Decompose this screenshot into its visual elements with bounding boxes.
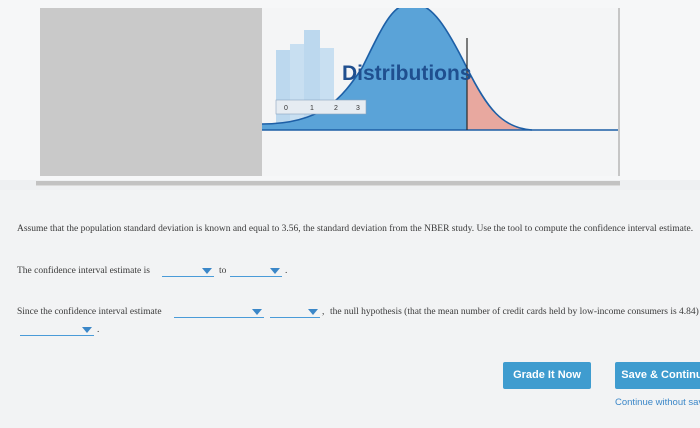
- ci-lower-dropdown[interactable]: [162, 266, 214, 277]
- image-placeholder: [40, 8, 262, 176]
- ci-label: The confidence interval estimate is: [17, 266, 150, 276]
- tick-2: 2: [334, 105, 338, 112]
- tool-title: Distributions: [342, 62, 472, 85]
- chevron-down-icon: [82, 327, 92, 333]
- chevron-down-icon: [252, 309, 262, 315]
- tick-0: 0: [284, 105, 288, 112]
- continue-without-saving-link[interactable]: Continue without saving: [615, 397, 700, 408]
- axis-box: [275, 99, 367, 115]
- top-panel: 0 1 2 3 Distributions: [0, 0, 700, 180]
- ci-to-label: to: [219, 266, 227, 276]
- since-comma: ,: [322, 307, 325, 317]
- final-dropdown[interactable]: [20, 325, 94, 336]
- question-prompt: Assume that the population standard devi…: [17, 224, 694, 234]
- ci-period: .: [285, 266, 288, 276]
- final-period: .: [97, 325, 100, 335]
- tick-1: 1: [310, 105, 314, 112]
- since-label: Since the confidence interval estimate: [17, 307, 162, 317]
- tail-fill: [467, 68, 532, 130]
- panel-border: [618, 8, 620, 176]
- since-dropdown-2[interactable]: [270, 307, 320, 318]
- tick-3: 3: [356, 105, 360, 112]
- chevron-down-icon: [308, 309, 318, 315]
- chevron-down-icon: [202, 268, 212, 274]
- chevron-down-icon: [270, 268, 280, 274]
- save-continue-button[interactable]: Save & Continue: [615, 362, 700, 389]
- bar-0: [276, 50, 290, 128]
- grade-it-now-button[interactable]: Grade It Now: [503, 362, 591, 389]
- section-divider: [36, 181, 620, 186]
- null-hypothesis-text: the null hypothesis (that the mean numbe…: [330, 307, 700, 317]
- ci-upper-dropdown[interactable]: [230, 266, 282, 277]
- distributions-tool[interactable]: 0 1 2 3 Distributions: [262, 8, 620, 176]
- bar-1: [290, 44, 304, 128]
- distributions-graphic: 0 1 2 3 Distributions: [262, 8, 620, 131]
- since-dropdown-1[interactable]: [174, 307, 264, 318]
